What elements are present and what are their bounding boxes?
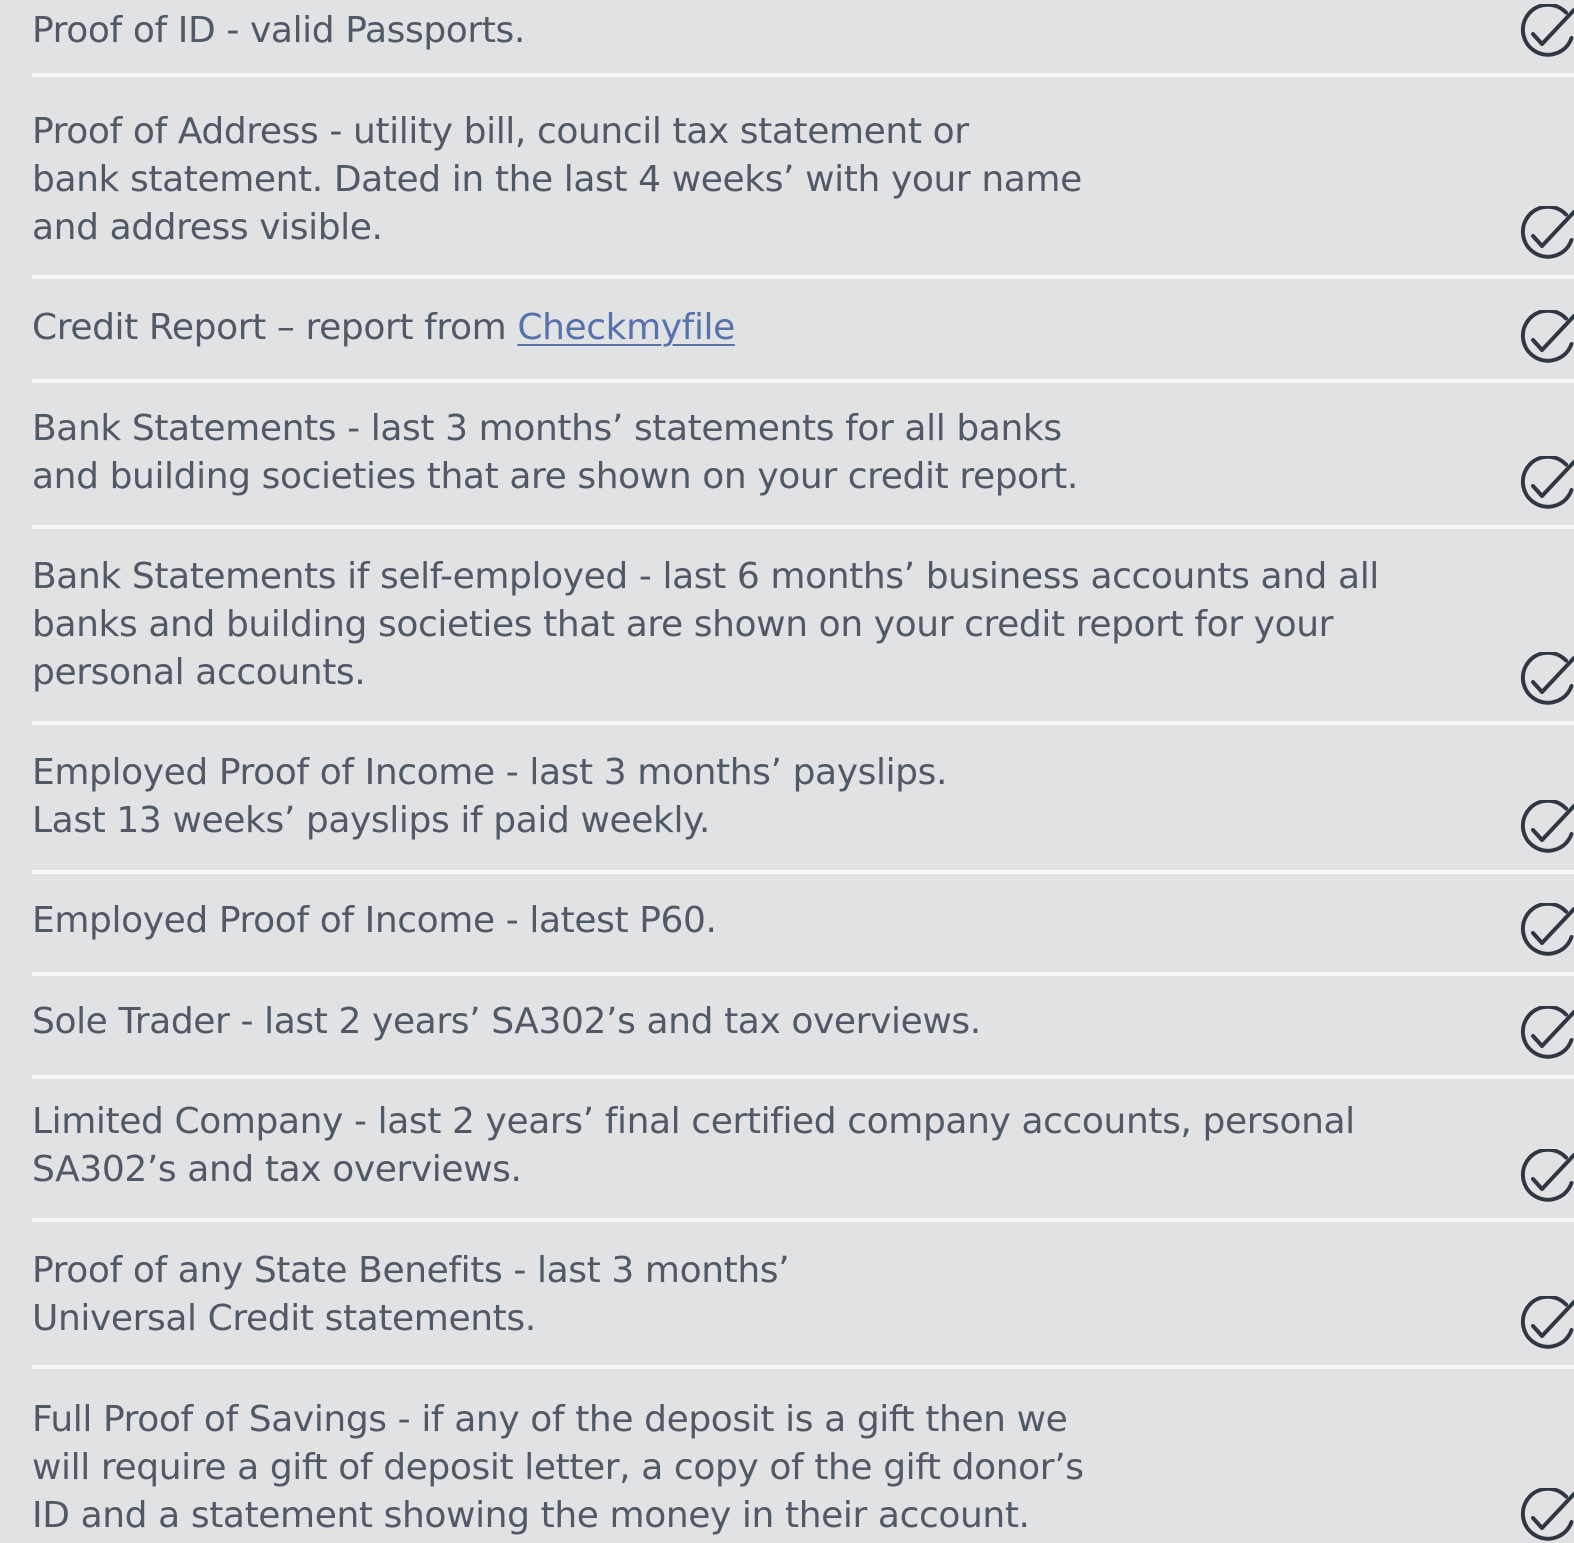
divider (32, 275, 1574, 279)
item-line: banks and building societies that are sh… (32, 604, 1334, 645)
checklist-item-text: Full Proof of Savings - if any of the de… (32, 1396, 1084, 1540)
item-line: Full Proof of Savings - if any of the de… (32, 1399, 1068, 1440)
check-circle-icon (1516, 1296, 1574, 1354)
divider (32, 1075, 1574, 1079)
check-circle-icon (1516, 4, 1574, 62)
divider (32, 721, 1574, 725)
divider (32, 525, 1574, 529)
item-line: bank statement. Dated in the last 4 week… (32, 159, 1082, 200)
divider (32, 73, 1574, 77)
item-line: and address visible. (32, 207, 383, 248)
divider (32, 1365, 1574, 1369)
check-circle-icon (1516, 800, 1574, 858)
check-circle-icon (1516, 206, 1574, 264)
item-line: Employed Proof of Income - latest P60. (32, 900, 717, 941)
check-circle-icon (1516, 652, 1574, 710)
check-circle-icon (1516, 1488, 1574, 1543)
item-line: Proof of Address - utility bill, council… (32, 111, 969, 152)
check-circle-icon (1516, 310, 1574, 368)
checklist-item-text: Bank Statements - last 3 months’ stateme… (32, 405, 1078, 501)
checklist-item-text: Employed Proof of Income - latest P60. (32, 897, 717, 945)
item-line: Proof of ID - valid Passports. (32, 10, 525, 51)
checklist-item-text: Proof of any State Benefits - last 3 mon… (32, 1247, 790, 1343)
divider (32, 972, 1574, 976)
document-checklist: Proof of ID - valid Passports. Proof of … (0, 0, 1574, 1543)
item-line: Universal Credit statements. (32, 1298, 536, 1339)
item-line: personal accounts. (32, 652, 366, 693)
divider (32, 1218, 1574, 1222)
item-line: Last 13 weeks’ payslips if paid weekly. (32, 800, 710, 841)
item-line: Proof of any State Benefits - last 3 mon… (32, 1250, 790, 1291)
item-line: ID and a statement showing the money in … (32, 1495, 1030, 1536)
item-line: Employed Proof of Income - last 3 months… (32, 752, 948, 793)
checklist-item-text: Sole Trader - last 2 years’ SA302’s and … (32, 998, 981, 1046)
item-line: Bank Statements if self-employed - last … (32, 556, 1379, 597)
item-line: and building societies that are shown on… (32, 456, 1078, 497)
check-circle-icon (1516, 903, 1574, 961)
item-line: Credit Report – report from (32, 307, 518, 348)
check-circle-icon (1516, 456, 1574, 514)
checkmyfile-link[interactable]: Checkmyfile (517, 307, 735, 348)
divider (32, 379, 1574, 383)
divider (32, 870, 1574, 874)
check-circle-icon (1516, 1149, 1574, 1207)
checklist-item-text: Limited Company - last 2 years’ final ce… (32, 1098, 1355, 1194)
item-line: Bank Statements - last 3 months’ stateme… (32, 408, 1062, 449)
checklist-item-text: Employed Proof of Income - last 3 months… (32, 749, 947, 845)
item-line: Limited Company - last 2 years’ final ce… (32, 1101, 1355, 1142)
item-line: Sole Trader - last 2 years’ SA302’s and … (32, 1001, 981, 1042)
checklist-item-text: Proof of ID - valid Passports. (32, 7, 525, 55)
checklist-item-text: Proof of Address - utility bill, council… (32, 108, 1082, 252)
item-line: SA302’s and tax overviews. (32, 1149, 522, 1190)
checklist-item-text: Bank Statements if self-employed - last … (32, 553, 1379, 697)
check-circle-icon (1516, 1006, 1574, 1064)
checklist-item-text: Credit Report – report from Checkmyfile (32, 304, 735, 352)
item-line: will require a gift of deposit letter, a… (32, 1447, 1084, 1488)
